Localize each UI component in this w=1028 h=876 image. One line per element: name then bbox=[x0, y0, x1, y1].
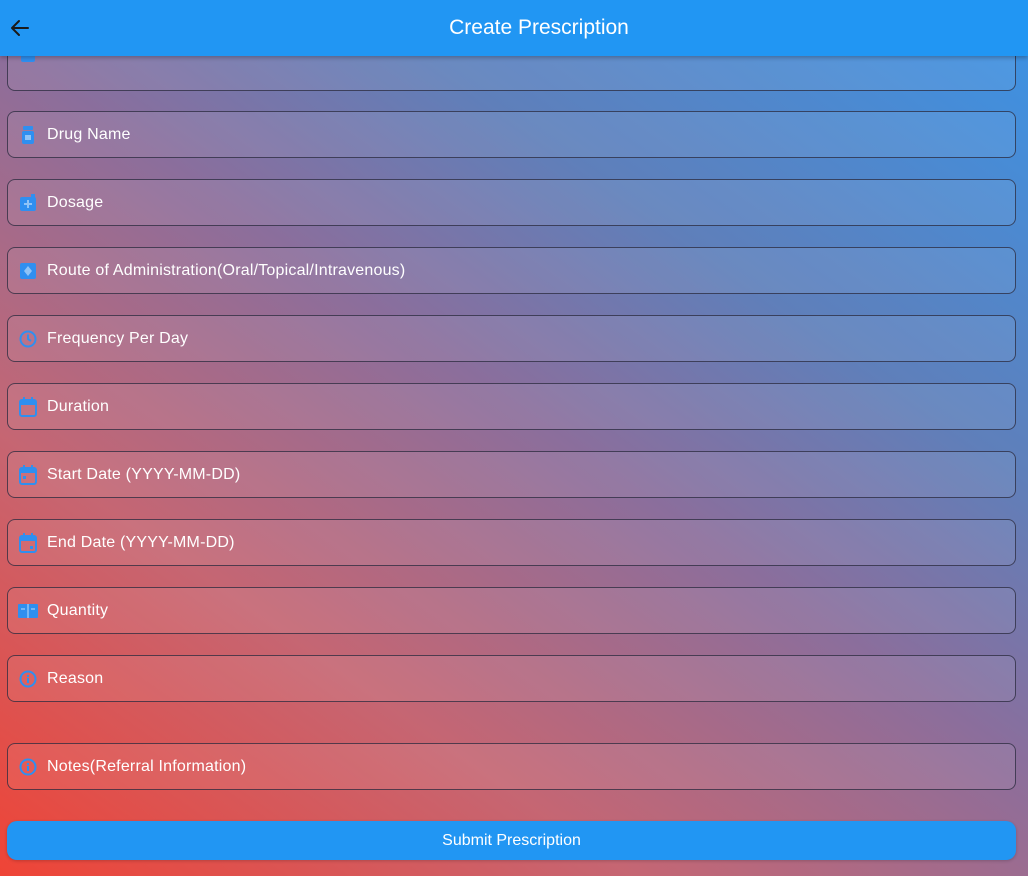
info-icon bbox=[18, 669, 38, 689]
prescription-form[interactable]: Drug Name Dosage Route of Administration… bbox=[0, 56, 1028, 876]
calendar-icon bbox=[18, 532, 38, 553]
submit-prescription-button[interactable]: Submit Prescription bbox=[7, 821, 1016, 860]
page-title: Create Prescription bbox=[449, 16, 629, 39]
start-date-field[interactable]: Start Date (YYYY-MM-DD) bbox=[7, 451, 1016, 498]
duration-field[interactable]: Duration bbox=[7, 383, 1016, 430]
dosage-field[interactable]: Dosage bbox=[7, 179, 1016, 226]
info-icon bbox=[18, 757, 38, 777]
reason-field[interactable]: Reason bbox=[7, 655, 1016, 702]
quantity-field[interactable]: Quantity bbox=[7, 587, 1016, 634]
route-field[interactable]: Route of Administration(Oral/Topical/Int… bbox=[7, 247, 1016, 294]
calendar-icon bbox=[18, 464, 38, 485]
end-date-field[interactable]: End Date (YYYY-MM-DD) bbox=[7, 519, 1016, 566]
drug-name-field[interactable]: Drug Name bbox=[7, 111, 1016, 158]
dosage-icon bbox=[18, 193, 38, 213]
route-icon bbox=[18, 261, 38, 281]
notes-field[interactable]: Notes(Referral Information) bbox=[7, 743, 1016, 790]
clock-icon bbox=[18, 329, 38, 349]
quantity-icon bbox=[18, 601, 38, 621]
pill-bottle-icon bbox=[18, 125, 38, 145]
frequency-field[interactable]: Frequency Per Day bbox=[7, 315, 1016, 362]
calendar-icon bbox=[18, 396, 38, 417]
app-bar: Create Prescription bbox=[0, 0, 1028, 56]
medical-icon bbox=[18, 56, 38, 65]
partial-field[interactable] bbox=[7, 56, 1016, 91]
